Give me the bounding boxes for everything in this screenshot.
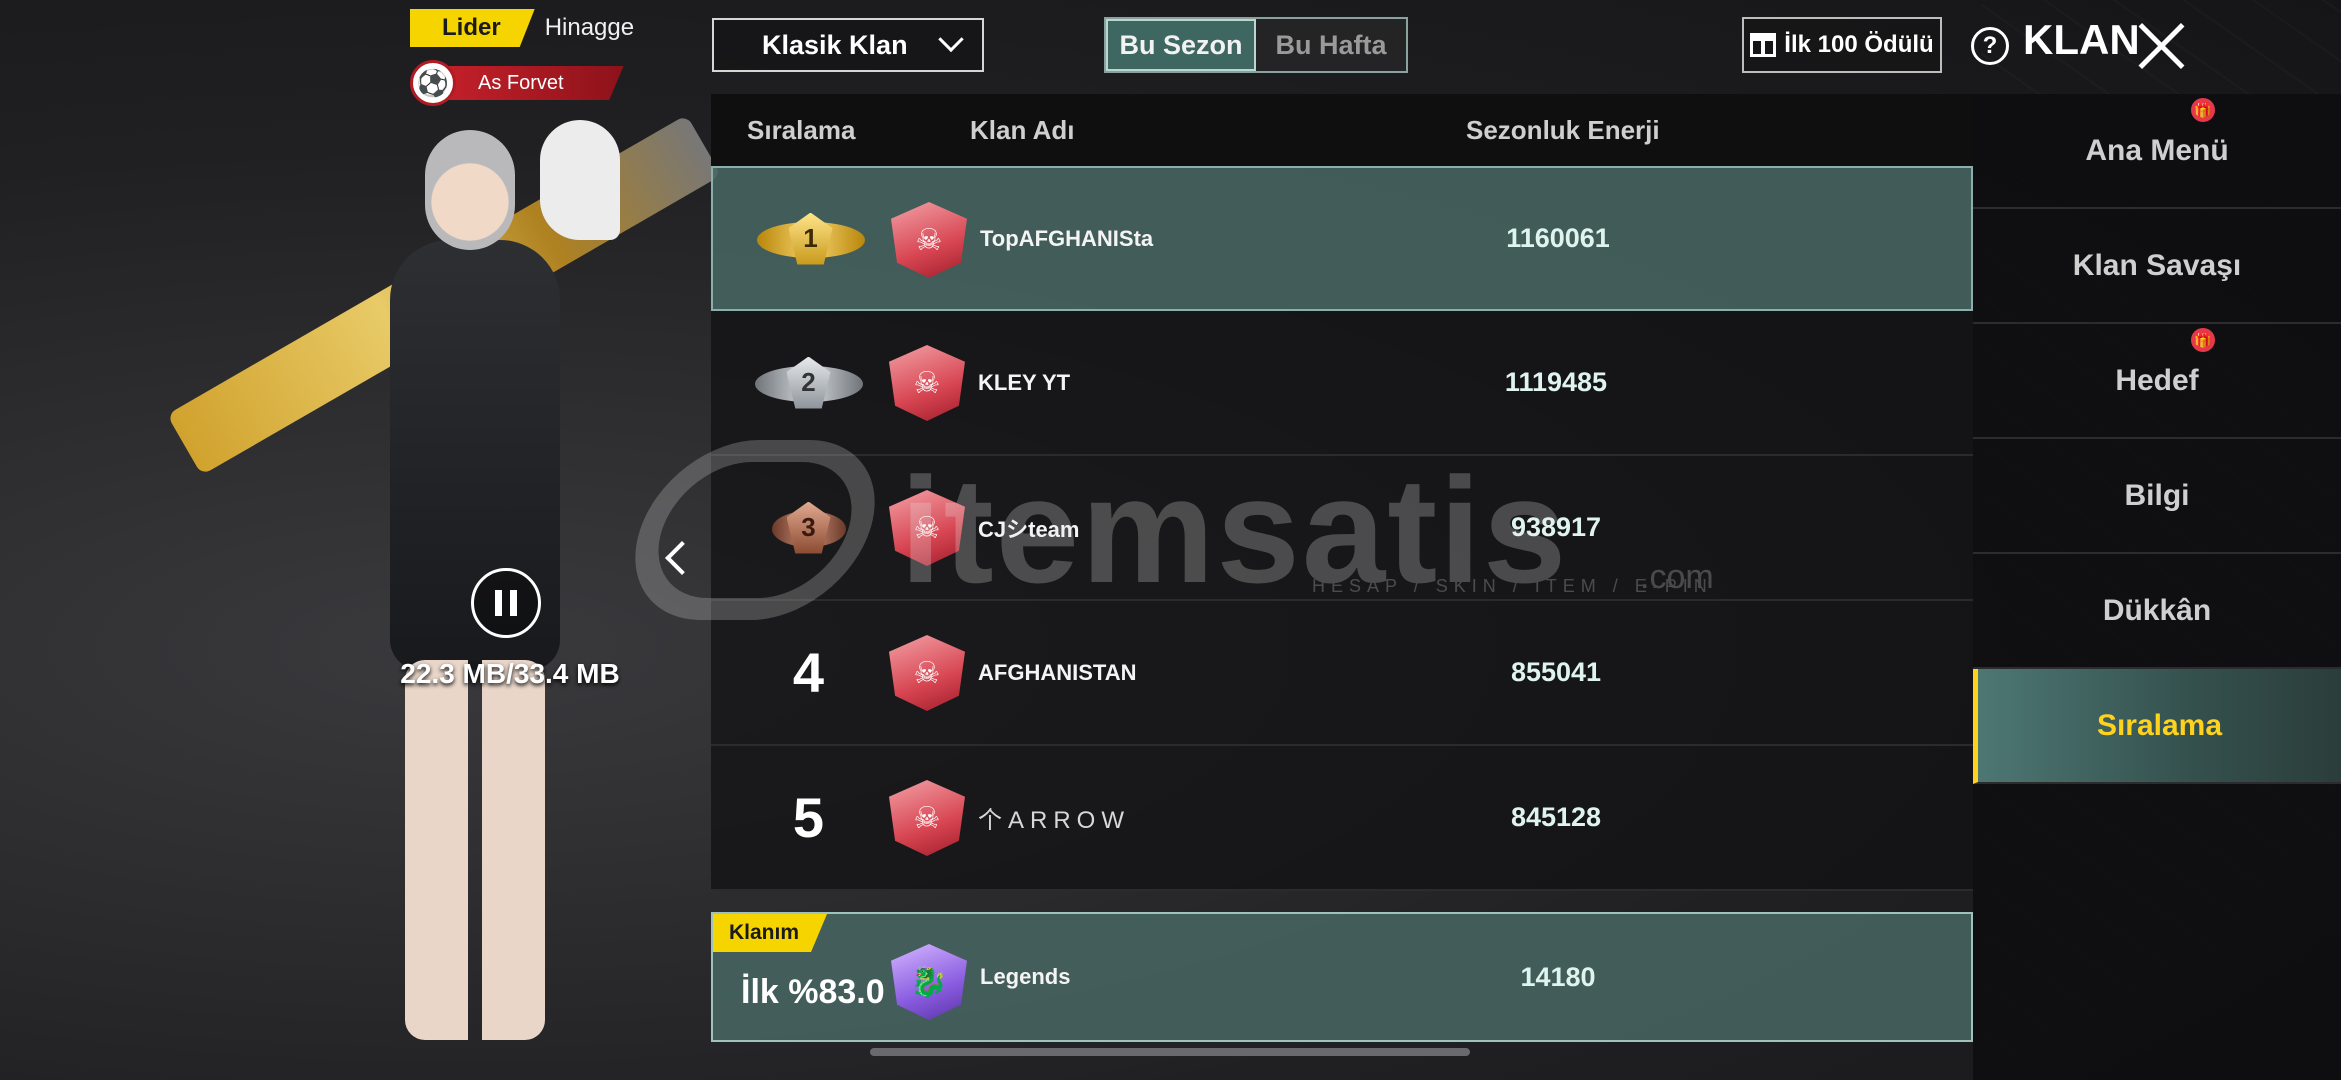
player-character[interactable] <box>120 100 722 1060</box>
clan-emblem-icon: ☠ <box>889 780 965 856</box>
sidebar-item-clan-war[interactable]: Klan Savaşı <box>1973 209 2341 324</box>
download-progress-text: 22.3 MB/33.4 MB <box>400 658 620 689</box>
medal-rank-number: 3 <box>786 501 831 554</box>
my-clan-row[interactable]: Klanım İlk %83.0 🐉 Legends 14180 <box>711 912 1973 1042</box>
clan-name: 个ARROW <box>978 807 1130 834</box>
clan-name: KLEY YT <box>978 369 1071 395</box>
sidebar-item-label: Dükkân <box>2102 593 2212 627</box>
clan-type-dropdown[interactable]: Klasik Klan <box>712 18 984 72</box>
header-clan-name: Klan Adı <box>970 114 1075 145</box>
clan-sidebar: 🎁 Ana Menü Klan Savaşı 🎁 Hedef Bilgi Dük… <box>1973 94 2341 1080</box>
sidebar-item-label: Bilgi <box>2124 478 2190 512</box>
player-name[interactable]: Hinagge <box>545 14 634 42</box>
header-season-energy: Sezonluk Enerji <box>1466 114 1660 145</box>
season-energy: 845128 <box>1510 802 1602 832</box>
rank-cell: 5 <box>731 746 886 889</box>
position-badge: ⚽ As Forvet <box>410 60 624 106</box>
rank-cell: 1 <box>733 168 888 309</box>
clan-emblem-icon: ☠ <box>891 202 967 278</box>
rank-number: 5 <box>792 786 825 849</box>
my-clan-energy: 14180 <box>1520 961 1596 992</box>
tab-this-week[interactable]: Bu Hafta <box>1256 19 1406 71</box>
sidebar-item-ranking[interactable]: Sıralama <box>1973 669 2341 784</box>
season-energy: 1160061 <box>1506 223 1610 253</box>
silver-medal-icon: 2 <box>754 348 863 418</box>
bronze-medal-icon: 3 <box>755 493 863 563</box>
character-legs <box>405 660 545 1040</box>
gold-medal-icon: 1 <box>756 204 865 274</box>
sidebar-item-label: Sıralama <box>2096 708 2223 742</box>
rank-cell: 2 <box>731 311 886 454</box>
gift-notification-icon: 🎁 <box>2191 98 2215 122</box>
page-title: KLAN <box>2023 16 2140 63</box>
pause-download-button[interactable] <box>471 568 541 638</box>
clan-name: CJシteam <box>978 516 1080 542</box>
chevron-down-icon <box>938 26 964 53</box>
top-100-reward-button[interactable]: İlk 100 Ödülü <box>1742 17 1942 73</box>
sidebar-item-shop[interactable]: Dükkân <box>1973 554 2341 669</box>
sidebar-item-label: Klan Savaşı <box>2072 248 2242 282</box>
position-label: As Forvet <box>444 66 624 100</box>
reward-button-label: İlk 100 Ödülü <box>1784 31 1934 58</box>
period-tabs: Bu Sezon Bu Hafta <box>1104 17 1408 73</box>
table-row[interactable]: 1 ☠ TopAFGHANISta 1160061 <box>711 166 1973 311</box>
sidebar-item-label: Hedef <box>2115 363 2199 397</box>
gift-icon <box>1750 33 1777 57</box>
player-tag: Lider Hinagge <box>410 8 634 48</box>
close-icon[interactable] <box>2133 18 2189 74</box>
pause-icon <box>495 590 517 616</box>
sidebar-item-label: Ana Menü <box>2085 133 2229 167</box>
sidebar-item-info[interactable]: Bilgi <box>1973 439 2341 554</box>
clan-name: AFGHANISTAN <box>978 659 1137 685</box>
table-row[interactable]: 3 ☠ CJシteam 938917 <box>711 456 1973 601</box>
rank-cell: 3 <box>731 456 886 599</box>
bird-pet <box>540 120 620 240</box>
table-header: Sıralama Klan Adı Sezonluk Enerji <box>711 94 1973 166</box>
rank-number: 4 <box>792 641 825 704</box>
help-icon[interactable]: ? <box>1971 27 2009 65</box>
my-clan-rank: İlk %83.0 <box>741 972 885 1011</box>
character-head <box>425 130 515 250</box>
my-clan-name: Legends <box>980 964 1071 989</box>
season-energy: 855041 <box>1510 657 1602 687</box>
clan-name: TopAFGHANISta <box>980 225 1154 251</box>
role-badge: Lider <box>410 9 535 47</box>
table-row[interactable]: 4 ☠ AFGHANISTAN 855041 <box>711 601 1973 746</box>
season-energy: 938917 <box>1510 512 1602 542</box>
table-row[interactable]: 5 ☠ 个ARROW 845128 <box>711 746 1973 891</box>
sidebar-item-main-menu[interactable]: 🎁 Ana Menü <box>1973 94 2341 209</box>
tab-this-season[interactable]: Bu Sezon <box>1106 19 1256 71</box>
rank-cell: 4 <box>731 601 886 744</box>
header-rank: Sıralama <box>747 114 856 145</box>
sidebar-item-goal[interactable]: 🎁 Hedef <box>1973 324 2341 439</box>
football-icon: ⚽ <box>410 60 456 106</box>
dragon-emblem-icon: 🐉 <box>891 944 967 1020</box>
clan-emblem-icon: ☠ <box>889 635 965 711</box>
season-energy: 1119485 <box>1504 367 1608 397</box>
clan-emblem-icon: ☠ <box>889 345 965 421</box>
my-clan-tag: Klanım <box>713 914 828 952</box>
clan-emblem-icon: ☠ <box>889 490 965 566</box>
clan-type-selected: Klasik Klan <box>762 29 908 60</box>
gift-notification-icon: 🎁 <box>2191 328 2215 352</box>
horizontal-scrollbar[interactable] <box>870 1048 1470 1056</box>
table-row[interactable]: 2 ☠ KLEY YT 1119485 <box>711 311 1973 456</box>
leaderboard-table: Sıralama Klan Adı Sezonluk Enerji 1 ☠ To… <box>711 94 1973 891</box>
